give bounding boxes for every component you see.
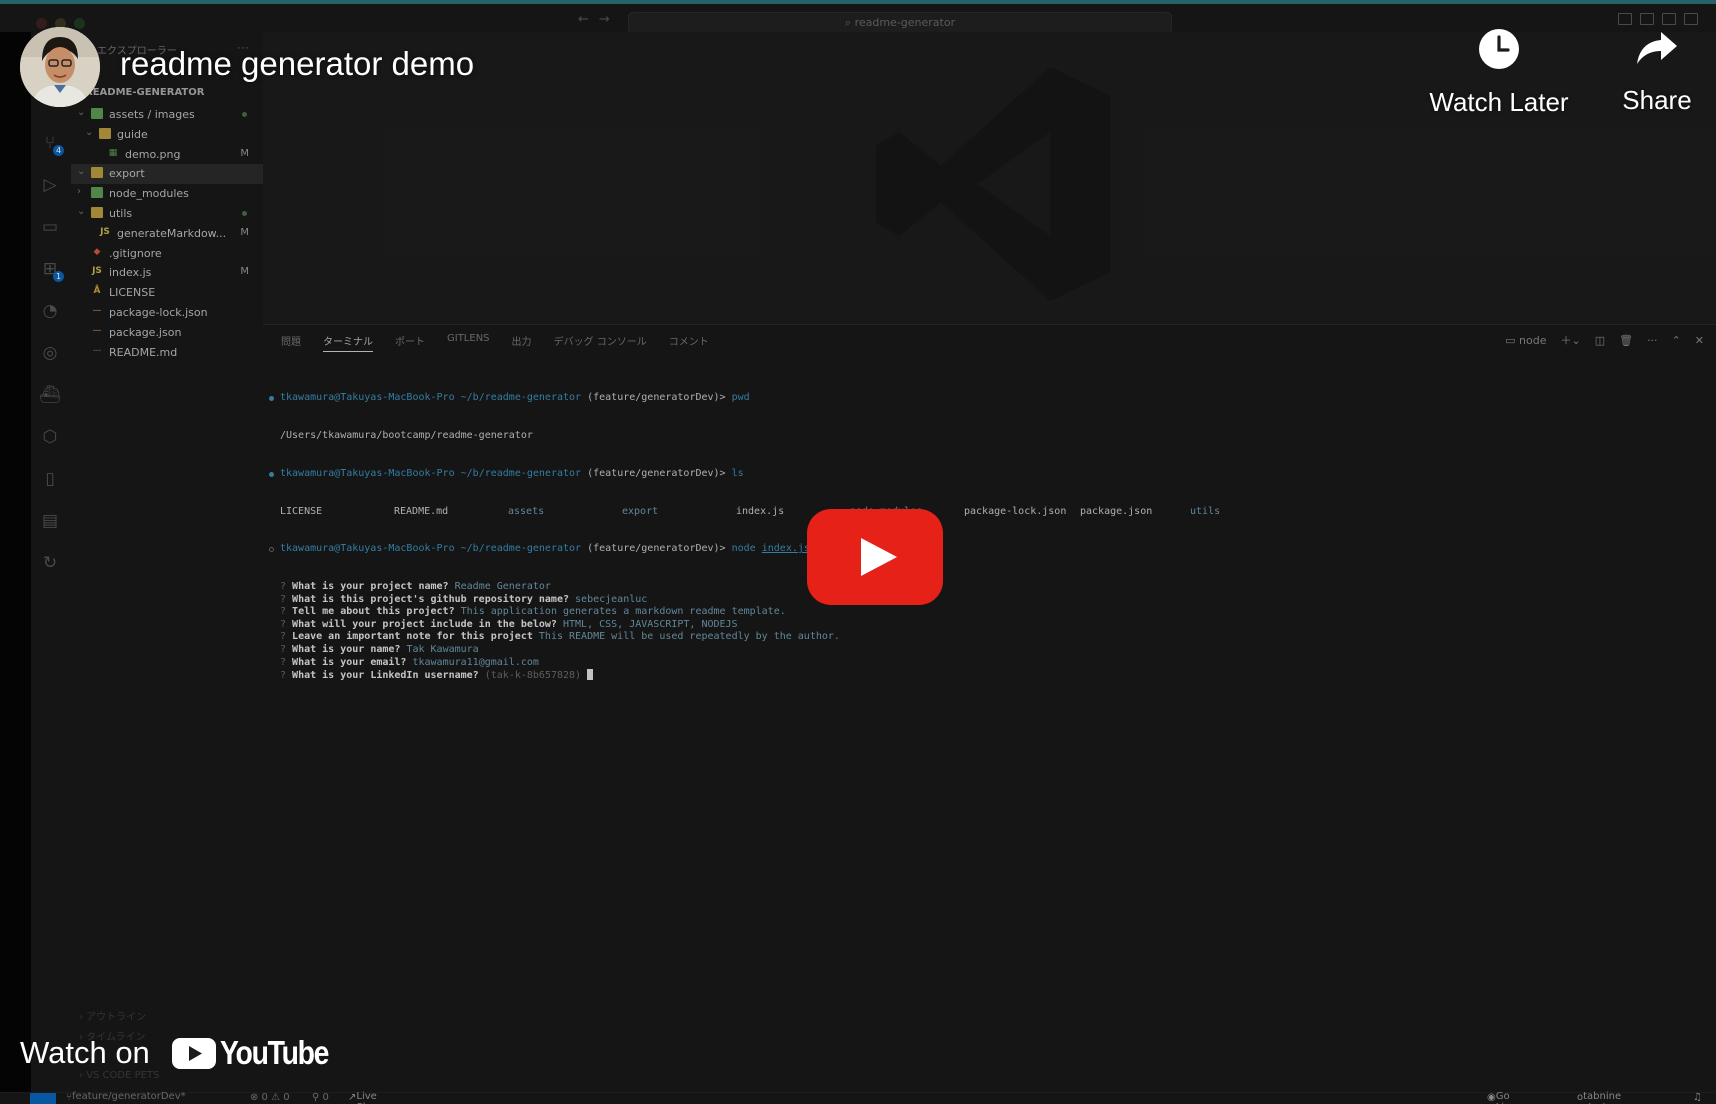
video-title[interactable]: readme generator demo xyxy=(120,45,474,83)
share-button[interactable]: Share xyxy=(1572,28,1716,116)
share-label: Share xyxy=(1622,85,1692,115)
youtube-wordmark: YouTube xyxy=(219,1034,329,1071)
watch-later-label: Watch Later xyxy=(1429,87,1569,117)
watch-on-label: Watch on xyxy=(20,1035,150,1070)
share-arrow-icon xyxy=(1637,32,1677,64)
watch-on-youtube-link[interactable]: Watch on YouTube xyxy=(20,1034,346,1072)
clock-icon xyxy=(1479,29,1519,69)
avatar-portrait-icon xyxy=(20,27,100,107)
play-button[interactable] xyxy=(807,509,943,605)
video-player[interactable]: ←→ ⌕ readme-generator ⑂ 4 ▷ ▭ ⊞ 1 ◔ ◎ ⛴ ⬡ … xyxy=(0,0,1716,1104)
channel-avatar[interactable] xyxy=(20,27,100,107)
youtube-logo-icon xyxy=(171,1037,216,1069)
watch-later-button[interactable]: Watch Later xyxy=(1414,28,1584,118)
